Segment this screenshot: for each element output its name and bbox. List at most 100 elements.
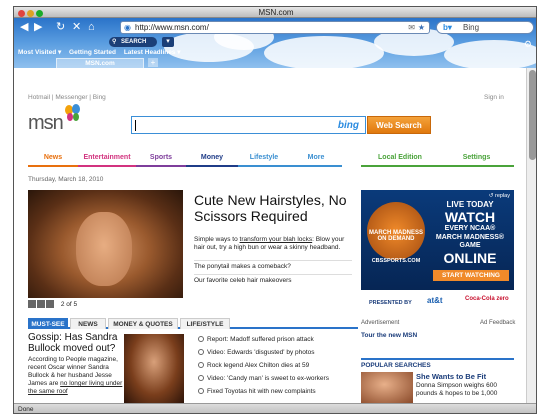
search-engine-label: Bing — [463, 23, 480, 32]
hero-image[interactable] — [28, 190, 183, 298]
nav-underline — [238, 165, 290, 167]
nav-underline — [186, 165, 238, 167]
ad-network: CBSSPORTS.COM — [371, 258, 421, 264]
vertical-scrollbar[interactable] — [526, 68, 536, 403]
nav-underline — [78, 165, 136, 167]
address-bar[interactable]: ◉ http://www.msn.com/ ✉ ★ — [120, 21, 430, 34]
nav-sports[interactable]: Sports — [136, 154, 186, 167]
sign-in-link[interactable]: Sign in — [484, 94, 504, 101]
status-text: Done — [18, 406, 34, 413]
bookmark-most-visited[interactable]: Most Visited ▾ — [18, 49, 61, 56]
popular-body: Donna Simpson weighs 600 pounds & hopes … — [416, 382, 498, 397]
nav-more[interactable]: More — [290, 154, 342, 167]
hero-paragraph-link[interactable]: transform your blah locks — [240, 236, 313, 243]
browser-toolbar: ◀ ▶ ↻ ✕ ⌂ ◉ http://www.msn.com/ ✉ ★ b▾ B… — [14, 18, 536, 68]
nav-label: Money — [200, 154, 224, 161]
hero-link-1[interactable]: The ponytail makes a comeback? — [194, 260, 352, 271]
ad-line-2: WATCH — [444, 209, 496, 225]
pause-icon[interactable] — [37, 300, 45, 308]
top-links[interactable]: Hotmail | Messenger | Bing — [28, 94, 106, 101]
toolbar-search-label: SEARCH — [121, 39, 147, 45]
msn-logo[interactable]: msn — [28, 104, 80, 135]
url-text: http://www.msn.com/ — [135, 23, 209, 32]
ad-line-1: LIVE TODAY — [446, 200, 494, 209]
hero-link-2[interactable]: Our favorite celeb hair makeovers — [194, 274, 352, 285]
nav-lifestyle[interactable]: Lifestyle — [238, 154, 290, 167]
story-photo[interactable] — [124, 334, 184, 403]
tab-msn[interactable]: MSN.com — [56, 58, 144, 68]
bing-engine-icon[interactable]: b▾ — [443, 22, 452, 34]
logo-text: msn — [28, 112, 64, 134]
ad-badge: MARCH MADNESS ON DEMAND — [369, 230, 423, 242]
gossip-story: Gossip: Has Sandra Bullock moved out? Ac… — [28, 332, 123, 396]
tab-bar: MSN.com + — [14, 58, 536, 68]
presented-by: PRESENTED BY — [369, 300, 412, 306]
forward-icon[interactable]: ▶ — [34, 22, 42, 33]
start-watching-button[interactable]: START WATCHING — [433, 270, 509, 281]
tab-must-see[interactable]: MUST-SEE — [28, 318, 68, 329]
ad-line-5: GAME — [459, 242, 481, 249]
back-icon[interactable]: ◀ — [20, 22, 28, 33]
rss-icon[interactable]: ✉ — [408, 22, 415, 34]
nav-label: Lifestyle — [249, 154, 279, 161]
tab-title: MSN.com — [85, 60, 115, 67]
hero-headline[interactable]: Cute New Hairstyles, No Scissors Require… — [194, 192, 354, 224]
headline-item[interactable]: Video: Edwards 'disgusted' by photos — [198, 349, 315, 356]
story-body: According to People magazine, recent Osc… — [28, 356, 123, 396]
next-icon[interactable] — [46, 300, 54, 308]
reload-icon[interactable]: ↻ — [56, 22, 65, 33]
nav-settings[interactable]: Settings — [439, 154, 514, 167]
nav-local-edition[interactable]: Local Edition — [361, 154, 439, 167]
headline-text: Fixed Toyotas hit with new complaints — [207, 388, 316, 395]
close-window-button[interactable] — [18, 10, 25, 17]
stop-icon[interactable]: ✕ — [72, 22, 81, 33]
headline-item[interactable]: Rock legend Alex Chilton dies at 59 — [198, 362, 309, 369]
status-bar: Done — [14, 403, 536, 413]
hero-pager: 2 of 5 — [28, 300, 183, 310]
ad-feedback-link[interactable]: Ad Feedback — [480, 320, 515, 326]
toolbar-dropdown-icon[interactable]: ▾ — [162, 37, 174, 47]
toolbar-search-button[interactable]: ⚲ SEARCH — [109, 37, 157, 47]
web-search-input[interactable]: bing — [131, 116, 366, 134]
bullet-icon — [198, 388, 204, 395]
story-title[interactable]: Gossip: Has Sandra Bullock moved out? — [28, 332, 123, 354]
nav-label: Sports — [149, 154, 173, 161]
tab-money-quotes[interactable]: MONEY & QUOTES — [108, 318, 178, 329]
headline-text: Report: Madoff suffered prison attack — [207, 336, 314, 343]
nav-news[interactable]: News — [28, 154, 78, 167]
ad-banner[interactable]: ↺ replay MARCH MADNESS ON DEMAND CBSSPOR… — [361, 190, 514, 318]
browser-window: MSN.com ◀ ▶ ↻ ✕ ⌂ ◉ http://www.msn.com/ … — [13, 6, 537, 414]
tab-news[interactable]: NEWS — [70, 318, 106, 329]
minimize-window-button[interactable] — [27, 10, 34, 17]
new-tab-button[interactable]: + — [148, 58, 158, 67]
bing-label: bing — [337, 120, 359, 131]
nav-underline — [290, 165, 342, 167]
popular-title[interactable]: She Wants to Be Fit — [416, 372, 486, 381]
headline-item[interactable]: Fixed Toyotas hit with new complaints — [198, 388, 316, 395]
nav-label: More — [307, 154, 325, 161]
popular-photo[interactable] — [361, 372, 413, 403]
nav-entertainment[interactable]: Entertainment — [78, 154, 136, 167]
prev-icon[interactable] — [28, 300, 36, 308]
web-search-button[interactable]: Web Search — [367, 116, 431, 134]
bookmark-latest-headlines[interactable]: Latest Headlines ▾ — [124, 49, 181, 56]
bullet-icon — [198, 362, 204, 369]
hero-paragraph: Simple ways to transform your blah locks… — [194, 236, 352, 252]
hero-paragraph-prefix: Simple ways to — [194, 236, 240, 243]
headline-item[interactable]: Report: Madoff suffered prison attack — [198, 336, 314, 343]
home-icon[interactable]: ⌂ — [88, 22, 95, 33]
nav-underline — [361, 165, 439, 167]
popular-searches-header: POPULAR SEARCHES — [361, 358, 514, 369]
bookmark-star-icon[interactable]: ★ — [418, 22, 425, 34]
zoom-window-button[interactable] — [36, 10, 43, 17]
scroll-thumb[interactable] — [529, 70, 536, 160]
tour-link[interactable]: Tour the new MSN — [361, 332, 417, 339]
headline-item[interactable]: Video: 'Candy man' is sweet to ex-worker… — [198, 375, 329, 382]
nav-money[interactable]: Money — [186, 154, 238, 167]
replay-button[interactable]: ↺ replay — [489, 193, 510, 199]
nav-label: Settings — [462, 154, 491, 161]
tab-lifestyle[interactable]: LIFE/STYLE — [180, 318, 230, 329]
search-bar[interactable]: b▾ Bing — [436, 21, 534, 34]
bookmark-getting-started[interactable]: Getting Started — [69, 49, 116, 56]
web-page: Hotmail | Messenger | Bing Sign in msn b… — [14, 68, 526, 403]
